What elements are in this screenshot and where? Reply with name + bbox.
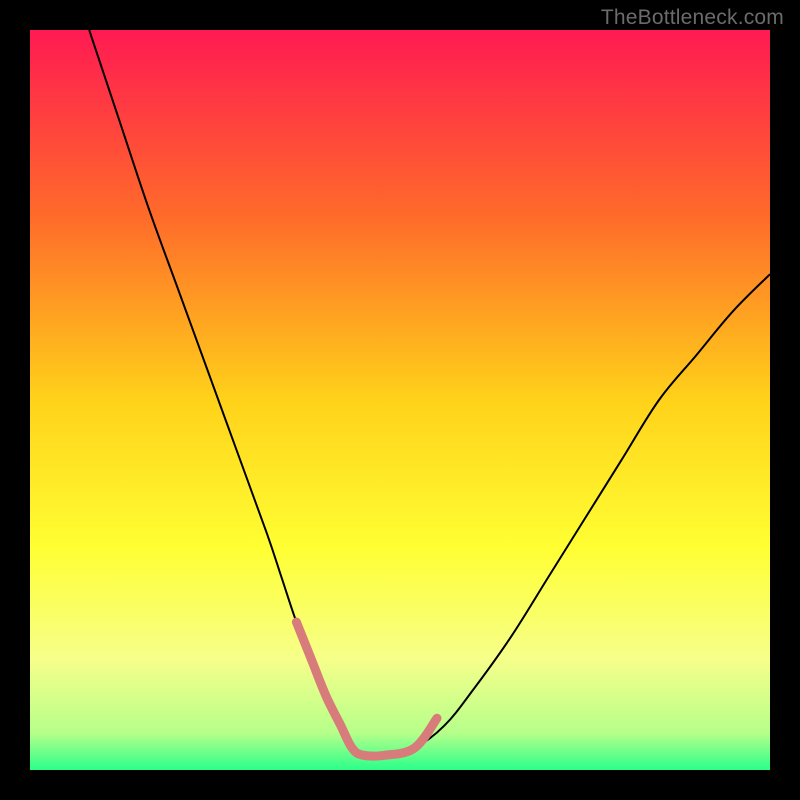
watermark-text: TheBottleneck.com: [601, 6, 784, 30]
chart-plot-area: [30, 30, 770, 770]
chart-svg: [30, 30, 770, 770]
